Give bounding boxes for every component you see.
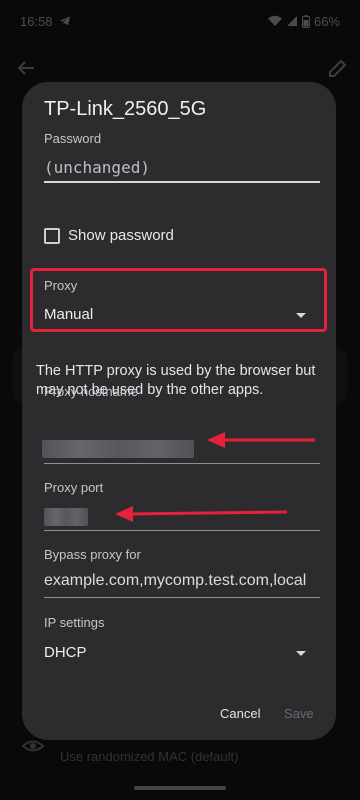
hostname-red-arrow-icon [207,432,315,448]
password-label: Password [44,131,102,146]
proxy-dropdown[interactable]: Manual [44,306,93,323]
show-password-checkbox[interactable] [44,227,60,244]
ip-settings-chevron-down-icon[interactable] [296,651,306,656]
ip-settings-label: IP settings [44,615,105,630]
proxy-port-label: Proxy port [44,480,104,495]
proxy-hostname-input[interactable] [42,440,194,458]
proxy-hostname-label: Proxy hostname [44,384,138,399]
bypass-proxy-input[interactable]: example.com,mycomp.test.com,local [44,572,320,590]
proxy-label: Proxy [44,278,78,293]
wifi-edit-dialog: TP-Link_2560_5G Password (unchanged) Sho… [22,82,336,740]
proxy-port-input[interactable] [44,508,88,526]
proxy-chevron-down-icon[interactable] [296,313,306,318]
show-password-label: Show password [68,227,174,244]
password-input[interactable]: (unchanged) [44,158,150,177]
password-underline [44,181,320,183]
show-password-checkbox-row[interactable]: Show password [44,227,174,244]
cancel-button[interactable]: Cancel [220,706,260,721]
dialog-title: TP-Link_2560_5G [44,98,207,120]
proxy-port-underline [44,530,320,531]
bypass-proxy-label: Bypass proxy for [44,547,141,562]
port-red-arrow-icon [115,506,288,522]
ip-settings-dropdown[interactable]: DHCP [44,644,87,661]
save-button[interactable]: Save [284,706,314,721]
proxy-hostname-underline [44,463,320,464]
bypass-proxy-underline [44,597,320,598]
